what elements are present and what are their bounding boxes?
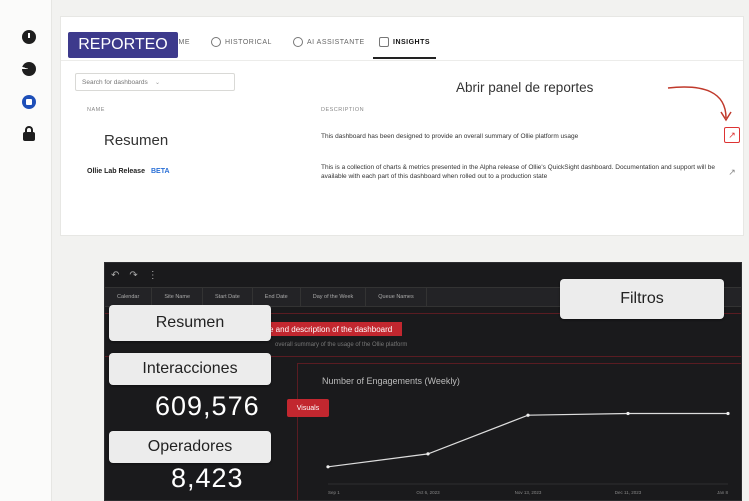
dashboard-title: e and description of the dashboard: [255, 322, 403, 336]
x-tick-label: Jan 8: [717, 490, 729, 495]
annotation-arrow: [667, 86, 732, 122]
data-point[interactable]: [626, 411, 630, 416]
history-icon: [211, 37, 221, 47]
filter-end-date[interactable]: End Date: [253, 288, 301, 306]
robot-icon: [293, 37, 303, 47]
data-point[interactable]: [526, 413, 530, 417]
open-external-icon[interactable]: ↗: [724, 127, 740, 143]
annotation-operadores: Operadores: [109, 431, 271, 463]
open-external-icon[interactable]: ↗: [724, 164, 740, 180]
chevron-down-icon: ⌄: [155, 79, 161, 86]
data-point[interactable]: [426, 452, 430, 456]
filter-calendar[interactable]: Calendar: [105, 288, 153, 306]
x-tick-label: Oct 6, 2023: [416, 490, 440, 495]
lock-icon[interactable]: [22, 126, 36, 141]
clock-icon[interactable]: [22, 30, 36, 44]
line-chart-svg: Sep 1 Oct 6, 2023 Nov 13, 2023 Dec 11, 2023…: [326, 411, 730, 495]
more-icon[interactable]: ⋮: [148, 270, 158, 281]
tab-ai-assistant[interactable]: AI ASSISTANTE: [293, 31, 365, 53]
x-tick-label: Nov 13, 2023: [515, 490, 542, 495]
annotation-abrir-panel: Abrir panel de reportes: [456, 80, 594, 95]
tab-historical[interactable]: HISTORICAL: [211, 31, 272, 53]
visuals-button[interactable]: Visuals: [287, 399, 329, 417]
data-point[interactable]: [326, 465, 330, 469]
row-description: This is a collection of charts & metrics…: [321, 164, 715, 180]
redo-icon[interactable]: ↷: [129, 270, 137, 281]
column-header-description: DESCRIPTION: [321, 107, 365, 113]
dashboard-subtitle: overall summary of the usage of the Olli…: [275, 342, 408, 348]
annotation-resumen-card: Resumen: [109, 305, 271, 341]
annotation-resumen: Resumen: [104, 132, 169, 149]
search-input[interactable]: Search for dashboards ⌄: [75, 73, 235, 91]
annotation-filtros: Filtros: [560, 279, 724, 319]
beta-badge: BETA: [150, 168, 170, 175]
engagements-chart: Number of Engagements (Weekly) Sep 1 Oct …: [297, 363, 741, 500]
row-name[interactable]: Ollie Lab Release BETA: [87, 168, 170, 175]
operators-value: 8,423: [171, 463, 244, 493]
series-line: [327, 412, 728, 468]
data-point[interactable]: [726, 411, 730, 416]
reporteo-label: REPORTEO: [68, 32, 178, 58]
filter-day-of-week[interactable]: Day of the Week: [301, 288, 367, 306]
assistant-icon[interactable]: [22, 95, 36, 109]
filter-queue-names[interactable]: Queue Names: [366, 288, 427, 306]
tab-insights[interactable]: INSIGHTS: [372, 31, 437, 59]
row-description: This dashboard has been designed to prov…: [321, 133, 579, 140]
insights-icon: [379, 37, 389, 47]
interactions-value: 609,576: [155, 391, 260, 421]
dashboard-preview: ↶ ↷ ⋮ Calendar Site Name Start Date End …: [104, 262, 742, 501]
x-tick-label: Sep 1: [328, 490, 340, 495]
annotation-interacciones: Interacciones: [109, 353, 271, 385]
x-tick-label: Dec 11, 2023: [615, 490, 642, 495]
filter-site-name[interactable]: Site Name: [152, 288, 204, 306]
left-sidebar: [0, 0, 52, 501]
pie-chart-icon[interactable]: [22, 62, 36, 76]
filter-start-date[interactable]: Start Date: [203, 288, 253, 306]
undo-icon[interactable]: ↶: [111, 270, 119, 281]
column-header-name: NAME: [87, 107, 105, 113]
